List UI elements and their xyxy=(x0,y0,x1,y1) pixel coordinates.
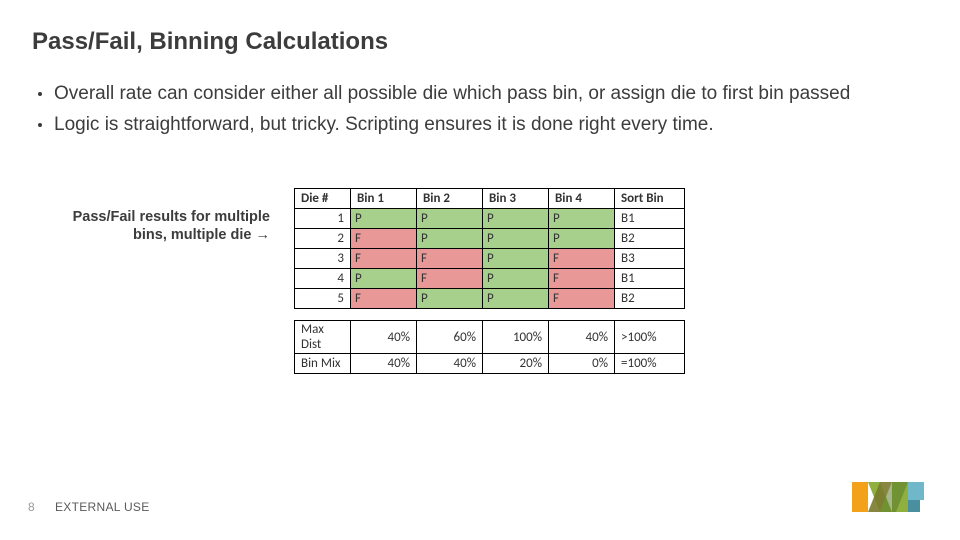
bullet-text: Logic is straightforward, but tricky. Sc… xyxy=(54,113,714,138)
pf-cell: P xyxy=(549,209,615,229)
summary-value-cell: 40% xyxy=(417,354,483,374)
classification-label: EXTERNAL USE xyxy=(55,500,150,514)
summary-total-cell: =100% xyxy=(615,354,685,374)
binning-table: Die # Bin 1 Bin 2 Bin 3 Bin 4 Sort Bin 1… xyxy=(294,188,685,374)
table-side-caption: Pass/Fail results for multiple bins, mul… xyxy=(40,208,270,244)
table-header-row: Die # Bin 1 Bin 2 Bin 3 Bin 4 Sort Bin xyxy=(295,189,685,209)
summary-value-cell: 40% xyxy=(351,321,417,354)
page-number: 8 xyxy=(28,500,35,514)
summary-value-cell: 40% xyxy=(549,321,615,354)
pf-cell: P xyxy=(483,229,549,249)
sort-bin-cell: B2 xyxy=(615,229,685,249)
pf-cell: P xyxy=(417,229,483,249)
summary-row: Max Dist 40% 60% 100% 40% >100% xyxy=(295,321,685,354)
bullet-list: Overall rate can consider either all pos… xyxy=(38,82,928,143)
pf-cell: P xyxy=(417,209,483,229)
pf-cell: P xyxy=(351,209,417,229)
pf-cell: F xyxy=(417,269,483,289)
die-number-cell: 2 xyxy=(295,229,351,249)
table-row: 4 P F P F B1 xyxy=(295,269,685,289)
header-cell: Bin 4 xyxy=(549,189,615,209)
pf-cell: P xyxy=(351,269,417,289)
pf-cell: P xyxy=(549,229,615,249)
bullet-item: Overall rate can consider either all pos… xyxy=(38,82,928,107)
header-cell: Bin 2 xyxy=(417,189,483,209)
pf-cell: F xyxy=(549,289,615,309)
summary-value-cell: 20% xyxy=(483,354,549,374)
die-number-cell: 4 xyxy=(295,269,351,289)
bullet-item: Logic is straightforward, but tricky. Sc… xyxy=(38,113,928,138)
pf-cell: P xyxy=(417,289,483,309)
pf-cell: F xyxy=(351,289,417,309)
bullet-dot-icon xyxy=(38,92,42,96)
pf-cell: F xyxy=(549,269,615,289)
table-row: 2 F P P P B2 xyxy=(295,229,685,249)
table-row: 5 F P P F B2 xyxy=(295,289,685,309)
header-cell: Bin 1 xyxy=(351,189,417,209)
sort-bin-cell: B1 xyxy=(615,209,685,229)
pf-cell: F xyxy=(351,249,417,269)
nxp-logo-icon xyxy=(852,474,932,520)
die-number-cell: 5 xyxy=(295,289,351,309)
sort-bin-cell: B2 xyxy=(615,289,685,309)
summary-total-cell: >100% xyxy=(615,321,685,354)
pf-cell: F xyxy=(417,249,483,269)
die-number-cell: 3 xyxy=(295,249,351,269)
summary-value-cell: 40% xyxy=(351,354,417,374)
pf-cell: P xyxy=(483,289,549,309)
sort-bin-cell: B3 xyxy=(615,249,685,269)
pf-cell: P xyxy=(483,269,549,289)
table-row: 1 P P P P B1 xyxy=(295,209,685,229)
pf-cell: F xyxy=(549,249,615,269)
summary-label-cell: Max Dist xyxy=(295,321,351,354)
page-title: Pass/Fail, Binning Calculations xyxy=(32,28,388,56)
pf-cell: P xyxy=(483,209,549,229)
summary-value-cell: 0% xyxy=(549,354,615,374)
bullet-dot-icon xyxy=(38,123,42,127)
header-cell: Bin 3 xyxy=(483,189,549,209)
bullet-text: Overall rate can consider either all pos… xyxy=(54,82,850,107)
header-cell: Die # xyxy=(295,189,351,209)
summary-row: Bin Mix 40% 40% 20% 0% =100% xyxy=(295,354,685,374)
summary-value-cell: 100% xyxy=(483,321,549,354)
summary-value-cell: 60% xyxy=(417,321,483,354)
sort-bin-cell: B1 xyxy=(615,269,685,289)
summary-label-cell: Bin Mix xyxy=(295,354,351,374)
pf-cell: P xyxy=(483,249,549,269)
header-cell: Sort Bin xyxy=(615,189,685,209)
die-number-cell: 1 xyxy=(295,209,351,229)
pf-cell: F xyxy=(351,229,417,249)
table-row: 3 F F P F B3 xyxy=(295,249,685,269)
